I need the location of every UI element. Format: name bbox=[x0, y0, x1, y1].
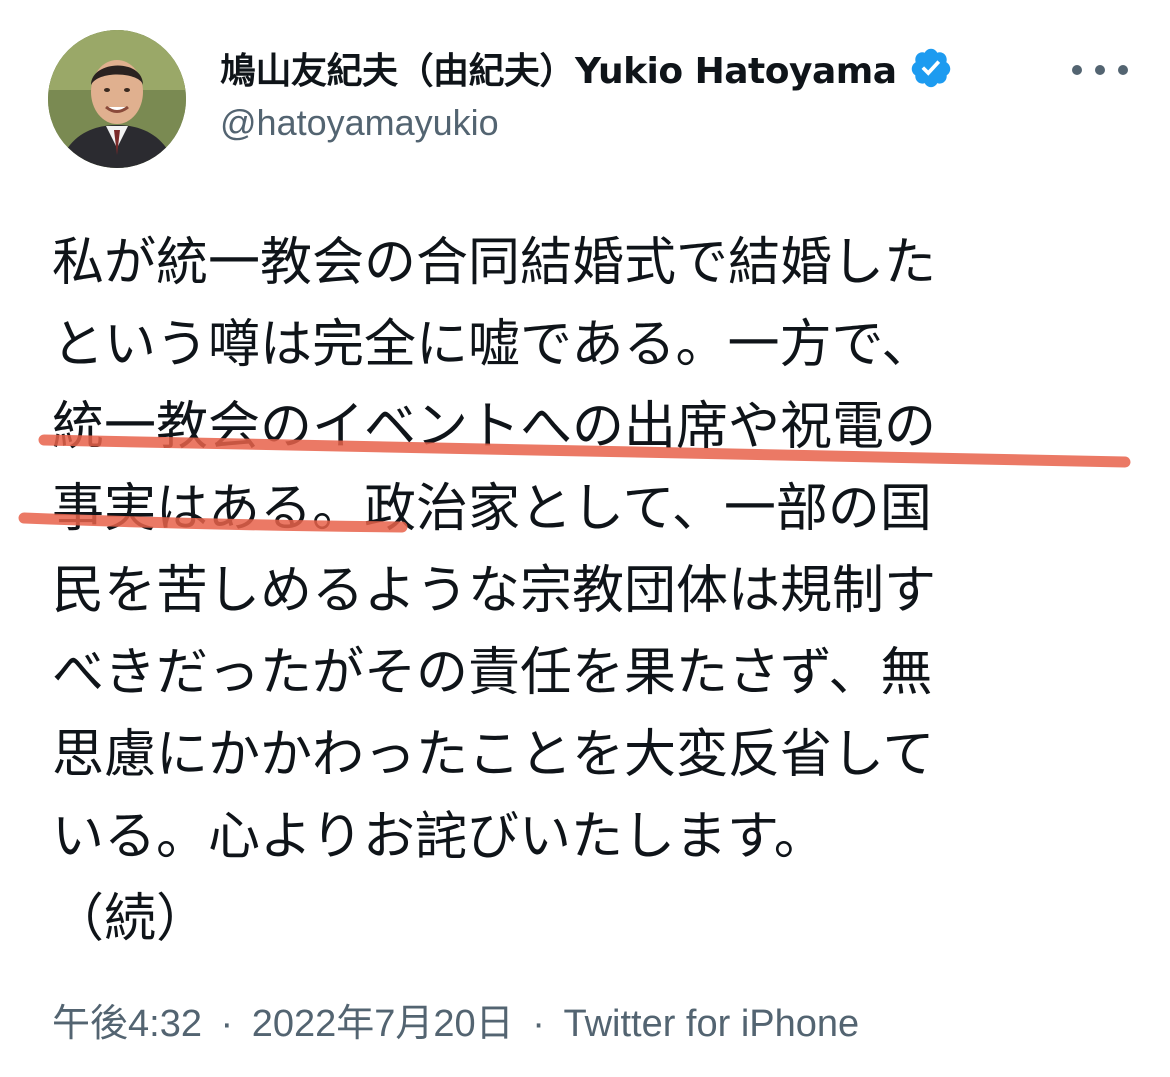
tweet-date[interactable]: 2022年7月20日 bbox=[252, 1003, 514, 1045]
tweet-line: べきだったがその責任を果たさず、無 bbox=[52, 643, 933, 703]
more-dot bbox=[1118, 65, 1128, 75]
more-options-button[interactable] bbox=[1072, 50, 1128, 90]
tweet-line: 事実はある。政治家として、一部の国 bbox=[52, 479, 932, 539]
tweet-time[interactable]: 午後4:32 bbox=[52, 1003, 202, 1045]
display-name[interactable]: 鳩山友紀夫（由紀夫）Yukio Hatoyama bbox=[220, 42, 897, 94]
tweet-line: という噂は完全に嘘である。一方で、 bbox=[52, 315, 934, 375]
tweet-card: 鳩山友紀夫（由紀夫）Yukio Hatoyama @hatoyamayukio … bbox=[0, 0, 1170, 1077]
person-portrait-icon bbox=[48, 30, 186, 168]
tweet-line: 統一教会のイベントへの出席や祝電の bbox=[52, 397, 937, 457]
tweet-line: 民を苦しめるような宗教団体は規制す bbox=[52, 561, 937, 621]
tweet-source[interactable]: Twitter for iPhone bbox=[563, 1003, 859, 1045]
tweet-meta: 午後4:32 · 2022年7月20日 · Twitter for iPhone bbox=[52, 992, 859, 1047]
tweet-body: 私が統一教会の合同結婚式で結婚した という噂は完全に嘘である。一方で、 統一教会… bbox=[52, 222, 1132, 960]
meta-separator: · bbox=[220, 1003, 234, 1045]
meta-separator: · bbox=[532, 1003, 545, 1045]
tweet-line: 思慮にかかわったことを大変反省して bbox=[52, 725, 935, 785]
tweet-line: いる。心よりお詫びいたします。 bbox=[52, 807, 826, 867]
author-handle[interactable]: @hatoyamayukio bbox=[220, 102, 499, 144]
avatar[interactable] bbox=[48, 30, 186, 168]
more-dot bbox=[1095, 65, 1105, 75]
verified-badge-icon bbox=[909, 46, 953, 90]
author-name-row[interactable]: 鳩山友紀夫（由紀夫）Yukio Hatoyama bbox=[220, 40, 953, 96]
tweet-line: （続） bbox=[52, 889, 209, 949]
more-dot bbox=[1072, 65, 1082, 75]
tweet-line: 私が統一教会の合同結婚式で結婚した bbox=[52, 233, 937, 293]
